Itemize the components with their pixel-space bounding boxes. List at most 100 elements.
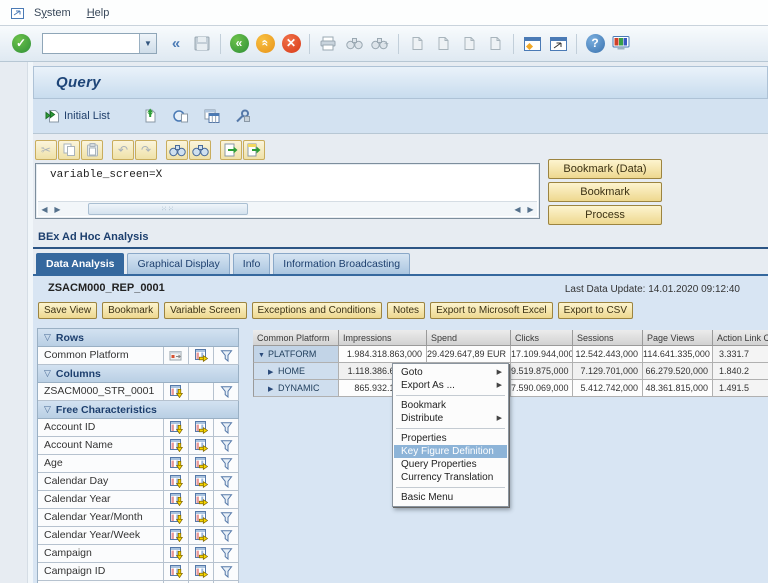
tab-info[interactable]: Info (232, 253, 271, 274)
drill-across-icon[interactable] (189, 455, 214, 473)
drill-across-icon[interactable] (189, 473, 214, 491)
save-icon[interactable] (190, 32, 214, 56)
enter-icon[interactable]: ✓ (9, 32, 33, 56)
menu-item-distribute[interactable]: Distribute ▶ (394, 412, 507, 425)
drill-across-icon[interactable] (189, 545, 214, 563)
shortcut-icon[interactable] (546, 32, 570, 56)
menu-item-goto[interactable]: Goto ▶ (394, 366, 507, 379)
tab-graphical-display[interactable]: Graphical Display (127, 253, 230, 274)
column-header-page-views[interactable]: Page Views (643, 330, 713, 346)
column-header-spend[interactable]: Spend (427, 330, 511, 346)
command-field[interactable] (43, 35, 139, 52)
tables-icon[interactable] (200, 105, 224, 127)
scroll-left-icon[interactable]: ◀ (511, 203, 524, 216)
swap-icon[interactable] (164, 347, 189, 365)
drill-down-icon[interactable] (164, 545, 189, 563)
drill-down-icon[interactable] (164, 455, 189, 473)
tab-data-analysis[interactable]: Data Analysis (36, 253, 125, 276)
find-icon[interactable] (342, 32, 366, 56)
tab-information-broadcasting[interactable]: Information Broadcasting (273, 253, 411, 274)
new-session-icon[interactable] (520, 32, 544, 56)
drill-down-icon[interactable] (164, 491, 189, 509)
menu-item-query-properties[interactable]: Query Properties (394, 458, 507, 471)
cut-button[interactable]: ✂ (35, 140, 57, 160)
collapse-icon[interactable]: « (164, 32, 188, 56)
drill-across-icon[interactable] (189, 347, 214, 365)
window-menu-icon[interactable] (10, 6, 26, 20)
export-to-microsoft-excel-button[interactable]: Export to Microsoft Excel (430, 302, 553, 319)
script-editor[interactable]: variable_screen=X ◀ ▶ ⁙⁙ ◀ ▶ (35, 163, 540, 219)
scroll-right-icon[interactable]: ▶ (524, 203, 537, 216)
drill-down-icon[interactable] (164, 563, 189, 581)
collapse-triangle-icon[interactable]: ▽ (44, 332, 51, 343)
section-header-free-characteristics[interactable]: ▽ Free Characteristics (38, 401, 239, 419)
tools-icon[interactable] (231, 105, 255, 127)
next-page-icon[interactable] (457, 32, 481, 56)
filter-icon[interactable] (214, 491, 239, 509)
drill-across-icon[interactable] (189, 563, 214, 581)
notes-button[interactable]: Notes (386, 302, 426, 319)
find-button[interactable] (166, 140, 188, 160)
scrollbar-thumb[interactable]: ⁙⁙ (88, 203, 248, 215)
drill-down-icon[interactable] (164, 419, 189, 437)
up-icon[interactable]: « (253, 32, 277, 56)
print-icon[interactable] (316, 32, 340, 56)
menu-item-currency-translation[interactable]: Currency Translation (394, 471, 507, 484)
drill-down-icon[interactable] (164, 473, 189, 491)
menu-item-export-as[interactable]: Export As ... ▶ (394, 379, 507, 392)
drill-down-icon[interactable] (164, 527, 189, 545)
filter-icon[interactable] (214, 455, 239, 473)
exit-icon[interactable]: ✕ (279, 32, 303, 56)
export-to-csv-button[interactable]: Export to CSV (557, 302, 634, 319)
filter-icon[interactable] (214, 473, 239, 491)
help-icon[interactable]: ? (583, 32, 607, 56)
back-icon[interactable]: « (227, 32, 251, 56)
filter-icon[interactable] (214, 437, 239, 455)
drill-across-icon[interactable] (189, 491, 214, 509)
variable-screen-button[interactable]: Variable Screen (164, 302, 247, 319)
jump-icon[interactable] (169, 105, 193, 127)
bookmark-button[interactable]: Bookmark (548, 182, 662, 202)
menu-item-key-figure-definition[interactable]: Key Figure Definition (394, 445, 507, 458)
redo-button[interactable]: ↷ (135, 140, 157, 160)
export-button[interactable] (243, 140, 265, 160)
collapse-triangle-icon[interactable]: ▽ (44, 404, 51, 415)
undo-button[interactable]: ↶ (112, 140, 134, 160)
menu-item-help[interactable]: Help (79, 4, 118, 22)
previous-page-icon[interactable] (431, 32, 455, 56)
command-dropdown-icon[interactable]: ▼ (139, 34, 156, 53)
section-header-rows[interactable]: ▽ Rows (38, 329, 239, 347)
drill-down-icon[interactable] (164, 509, 189, 527)
collapse-triangle-icon[interactable]: ▽ (44, 368, 51, 379)
process-button[interactable]: Process (548, 205, 662, 225)
drill-across-icon[interactable] (189, 509, 214, 527)
column-header-clicks[interactable]: Clicks (511, 330, 573, 346)
filter-icon[interactable] (214, 509, 239, 527)
drill-across-icon[interactable] (189, 419, 214, 437)
initial-list-button[interactable]: Initial List (45, 109, 110, 123)
script-editor-content[interactable]: variable_screen=X (50, 169, 162, 181)
collapsed-icon[interactable]: ▶ (268, 365, 278, 379)
scroll-left-icon[interactable]: ◀ (38, 203, 51, 216)
expanded-icon[interactable]: ▼ (258, 348, 268, 362)
filter-icon[interactable] (214, 563, 239, 581)
find-next-button[interactable] (189, 140, 211, 160)
find-next-icon[interactable]: + (368, 32, 392, 56)
other-list-icon[interactable] (138, 105, 162, 127)
gui-settings-icon[interactable] (609, 32, 633, 56)
filter-icon[interactable] (214, 545, 239, 563)
drill-across-icon[interactable] (189, 437, 214, 455)
bookmark-data-button[interactable]: Bookmark (Data) (548, 159, 662, 179)
section-header-columns[interactable]: ▽ Columns (38, 365, 239, 383)
drill-across-icon[interactable] (189, 527, 214, 545)
menu-item-properties[interactable]: Properties (394, 432, 507, 445)
drill-down-icon[interactable] (164, 437, 189, 455)
bookmark-button[interactable]: Bookmark (102, 302, 160, 319)
filter-icon[interactable] (214, 527, 239, 545)
scroll-right-icon[interactable]: ▶ (51, 203, 64, 216)
menu-item-basic-menu[interactable]: Basic Menu (394, 491, 507, 504)
filter-icon[interactable] (214, 383, 239, 401)
menu-item-system[interactable]: System (26, 4, 79, 22)
drill-down-icon[interactable] (164, 383, 189, 401)
save-view-button[interactable]: Save View (38, 302, 98, 319)
